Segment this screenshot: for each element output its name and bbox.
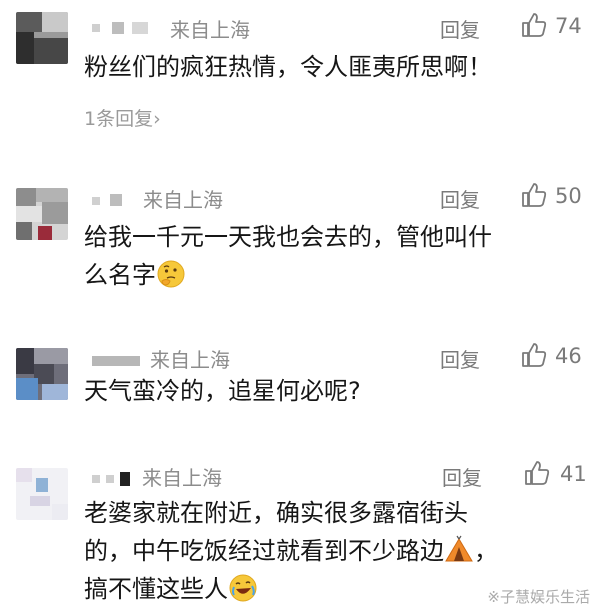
- comment-text-line: 给我一千元一天我也会去的，管他叫什: [84, 223, 492, 251]
- like-count[interactable]: 50: [555, 184, 582, 208]
- comment-item: 来自上海 回复 46 天气蛮冷的，追星何必呢?: [0, 330, 600, 440]
- avatar[interactable]: [16, 468, 68, 520]
- comment-text-line: 的，中午吃饭经过就看到不少路边 ，: [84, 535, 498, 565]
- watermark: ※子慧娱乐生活: [487, 588, 590, 606]
- avatar[interactable]: [16, 348, 68, 400]
- username-masked[interactable]: [92, 354, 140, 366]
- reply-button[interactable]: 回复: [440, 344, 480, 373]
- location-label: 来自上海: [143, 188, 223, 212]
- username-masked[interactable]: [92, 194, 132, 206]
- tent-emoji-icon: [445, 535, 473, 562]
- thumbs-up-icon[interactable]: [521, 182, 547, 208]
- location-label: 来自上海: [150, 348, 230, 372]
- avatar[interactable]: [16, 188, 68, 240]
- username-masked[interactable]: [92, 22, 162, 34]
- thumbs-up-icon[interactable]: [521, 342, 547, 368]
- comment-text-line: 老婆家就在附近，确实很多露宿街头: [84, 499, 468, 527]
- thumbs-up-icon[interactable]: [521, 12, 547, 38]
- chevron-right-icon: ›: [153, 108, 161, 130]
- comment-text: 粉丝们的疯狂热情，令人匪夷所思啊！: [84, 53, 492, 81]
- rolling-laughing-emoji-icon: [229, 574, 257, 602]
- reply-button[interactable]: 回复: [440, 14, 480, 43]
- comment-item: 来自上海 回复 41 老婆家就在附近，确实很多露宿街头 的，中午吃饭经过就看到不…: [0, 450, 600, 613]
- like-count[interactable]: 74: [555, 14, 582, 38]
- avatar[interactable]: [16, 12, 68, 64]
- location-label: 来自上海: [142, 466, 222, 490]
- like-count[interactable]: 46: [555, 344, 582, 368]
- replies-count-label: 1条回复: [84, 108, 154, 130]
- username-masked[interactable]: [92, 472, 134, 486]
- comment-text: 给我一千元一天我也会去的，管他叫什 么名字: [84, 218, 584, 294]
- comment-text-line: 么名字: [84, 256, 584, 294]
- reply-button[interactable]: 回复: [442, 462, 482, 491]
- comment-item: 来自上海 回复 74 粉丝们的疯狂热情，令人匪夷所思啊！ 1条回复›: [0, 0, 600, 150]
- comment-item: 来自上海 回复 50 给我一千元一天我也会去的，管他叫什 么名字: [0, 170, 600, 310]
- thinking-face-emoji-icon: [157, 260, 185, 288]
- view-replies-link[interactable]: 1条回复›: [84, 104, 161, 131]
- comment-text: 天气蛮冷的，追星何必呢?: [84, 377, 361, 405]
- like-count[interactable]: 41: [560, 462, 587, 486]
- thumbs-up-icon[interactable]: [524, 460, 550, 486]
- reply-button[interactable]: 回复: [440, 184, 480, 213]
- location-label: 来自上海: [170, 18, 250, 42]
